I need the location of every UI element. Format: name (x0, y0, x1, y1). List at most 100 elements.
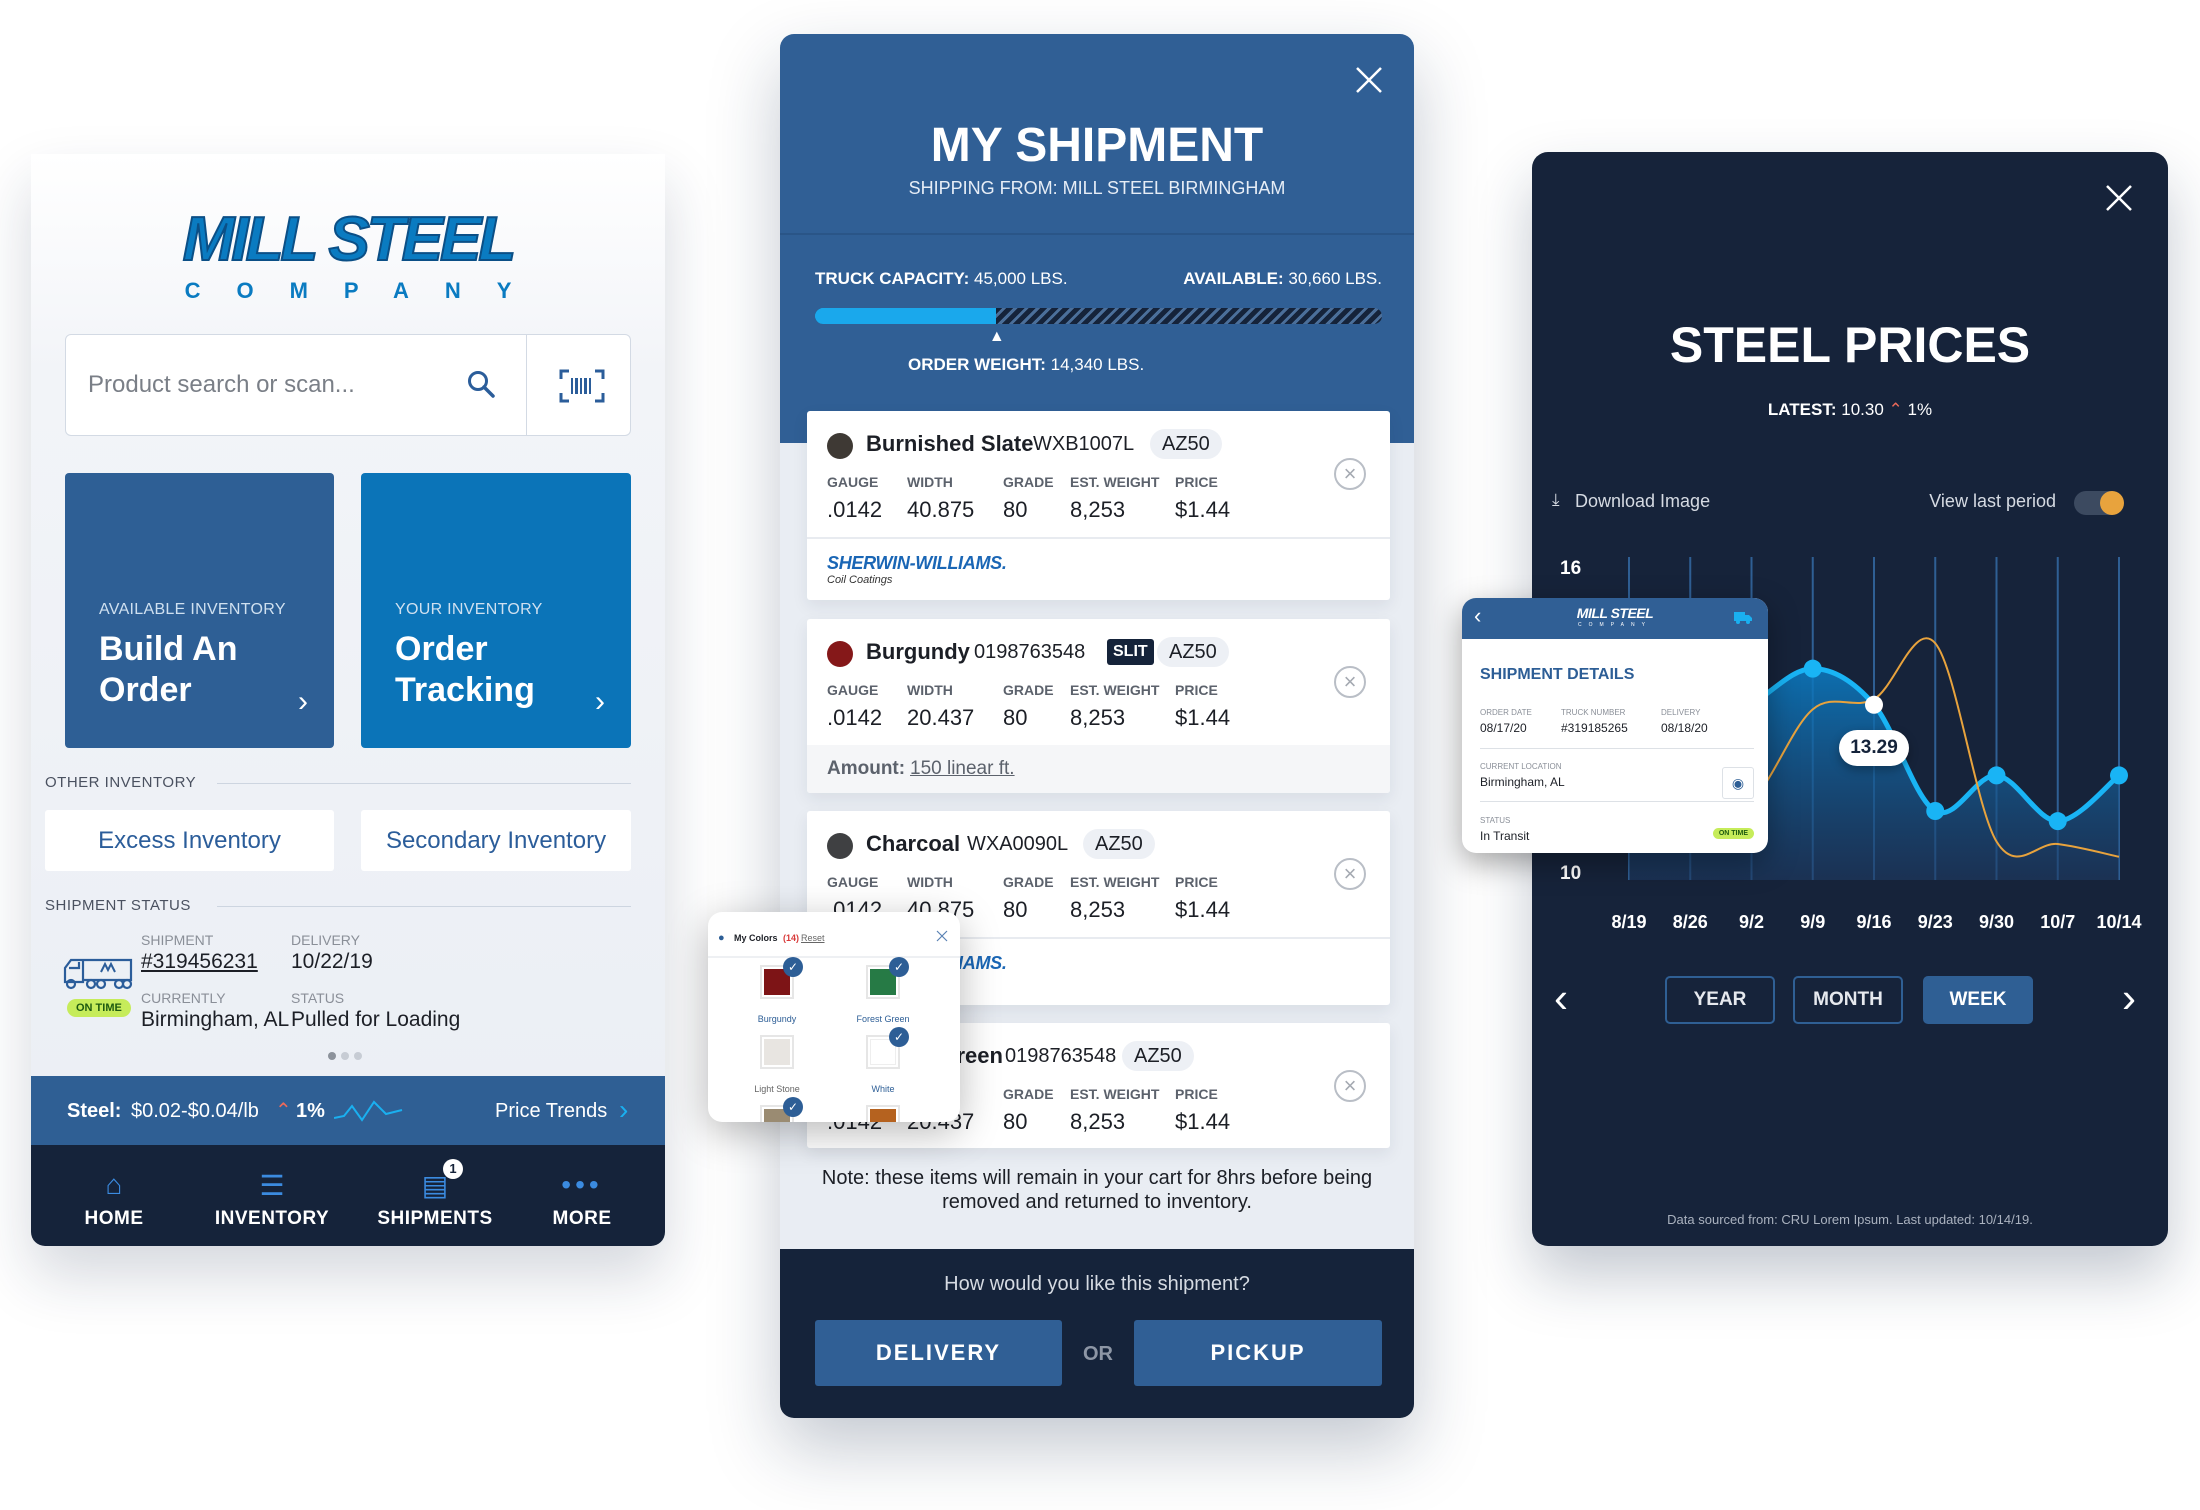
grade-label: GRADE (1003, 682, 1054, 698)
grade-value: 80 (1003, 497, 1028, 522)
remove-item-button[interactable]: × (1334, 458, 1366, 490)
nav-shipments[interactable]: ▤ 1 SHIPMENTS (360, 1145, 510, 1246)
excess-inventory-button[interactable]: Excess Inventory (45, 810, 334, 871)
color-option-light-stone[interactable] (760, 1035, 794, 1069)
width-value: 20.437 (907, 705, 975, 730)
locate-button[interactable]: ◉ (1722, 767, 1754, 799)
grade-value: 80 (1003, 897, 1028, 922)
data-point (2048, 812, 2067, 831)
sparkline-icon (334, 1100, 403, 1122)
item-color-name: Charcoal (866, 831, 961, 856)
pickup-button[interactable]: PICKUP (1134, 1320, 1382, 1386)
period-month-button[interactable]: MONTH (1793, 976, 1903, 1024)
brand-subtitle: Coil Coatings (827, 574, 893, 586)
weight-value: 8,253 (1070, 897, 1126, 922)
arrow-up-icon: ⌃ (275, 1100, 292, 1122)
capacity-value: 45,000 LBS. (973, 269, 1068, 288)
amount-label: Amount: (827, 758, 906, 779)
mill-steel-logo: MILL STEEL (1576, 605, 1654, 621)
pager-dot[interactable] (341, 1052, 349, 1060)
item-code: WXA0090L (967, 833, 1069, 855)
shipment-item-card: Burgundy 0198763548 SLIT AZ50 GAUGE WIDT… (807, 619, 1390, 793)
close-icon[interactable] (1355, 66, 1383, 94)
nav-label: INVENTORY (214, 1208, 330, 1229)
price-trends-link[interactable]: Price Trends (495, 1100, 607, 1123)
pager-dot-active[interactable] (328, 1052, 336, 1060)
status-label: STATUS (291, 990, 345, 1006)
grade-label: GRADE (1003, 874, 1054, 890)
notification-badge: 1 (443, 1159, 463, 1179)
delivery-button[interactable]: DELIVERY (815, 1320, 1062, 1386)
y-tick-label: 16 (1560, 558, 1581, 579)
my-shipment-screen: MY SHIPMENT SHIPPING FROM: MILL STEEL BI… (780, 34, 1414, 1418)
x-tick-label: 10/7 (2040, 912, 2075, 932)
color-option-orange[interactable] (866, 1105, 900, 1122)
nav-home[interactable]: ⌂ HOME (39, 1145, 189, 1246)
weight-value: 8,253 (1070, 705, 1126, 730)
nav-more[interactable]: ••• MORE (507, 1145, 657, 1246)
card-title: SHIPMENT DETAILS (1480, 666, 1635, 683)
tile-title: Order Tracking (395, 629, 535, 711)
status-value: In Transit (1480, 829, 1530, 843)
delivery-label: DELIVERY (291, 932, 360, 948)
chart-tooltip: 13.29 (1839, 730, 1909, 766)
search-icon[interactable] (466, 369, 496, 399)
barcode-scan-icon[interactable] (559, 369, 605, 403)
close-icon[interactable] (936, 930, 948, 942)
remove-item-button[interactable]: × (1334, 666, 1366, 698)
item-code: WXB1007L (1033, 433, 1135, 455)
popup-title: My Colors (734, 933, 778, 943)
data-point (1987, 766, 2006, 785)
divider (807, 537, 1390, 539)
order-tracking-tile[interactable]: YOUR INVENTORY Order Tracking › (361, 473, 631, 748)
tile-title-line: Order (99, 671, 192, 709)
order-date-label: ORDER DATE (1480, 708, 1532, 717)
shipment-footer: How would you like this shipment? DELIVE… (780, 1249, 1414, 1418)
build-order-tile[interactable]: AVAILABLE INVENTORY Build An Order › (65, 473, 334, 748)
available-value: 30,660 LBS. (1288, 269, 1382, 288)
price-value: $1.44 (1175, 1109, 1231, 1134)
nav-label: HOME (84, 1208, 144, 1229)
reset-link[interactable]: Reset (801, 933, 825, 943)
price-value: $1.44 (1175, 897, 1231, 922)
order-weight: ORDER WEIGHT: 14,340 LBS. (908, 355, 1144, 375)
period-year-button[interactable]: YEAR (1665, 976, 1775, 1024)
secondary-inventory-button[interactable]: Secondary Inventory (361, 810, 631, 871)
currently-value: Birmingham, AL (141, 1008, 290, 1031)
order-weight-value: 14,340 LBS. (1050, 355, 1145, 374)
data-source-footnote: Data sourced from: CRU Lorem Ipsum. Last… (1667, 1212, 2033, 1227)
order-weight-marker-icon: ▲ (988, 328, 1005, 345)
grade-value: 80 (1003, 1109, 1028, 1134)
remove-item-button[interactable]: × (1334, 858, 1366, 890)
color-option-label: Forest Green (856, 1014, 910, 1024)
other-inventory-label: OTHER INVENTORY (45, 774, 197, 791)
gauge-value: .0142 (827, 497, 883, 522)
more-icon: ••• (561, 1169, 603, 1200)
home-icon: ⌂ (105, 1169, 123, 1200)
item-code: 0198763548 (1005, 1045, 1117, 1067)
x-tick-label: 9/9 (1800, 912, 1825, 932)
sherwin-williams-logo: SHERWIN-WILLIAMS. (827, 553, 1007, 573)
shipment-label: SHIPMENT (141, 932, 214, 948)
amount-link[interactable]: 150 linear ft. (910, 758, 1015, 780)
next-period-arrow[interactable]: › (2122, 974, 2136, 1022)
search-input[interactable] (88, 365, 448, 405)
check-icon: ✓ (783, 957, 803, 977)
shipment-item-card: Burnished Slate WXB1007L AZ50 GAUGE WIDT… (807, 411, 1390, 600)
color-swatch (827, 833, 853, 859)
location-label: CURRENT LOCATION (1480, 762, 1562, 771)
amount-row: Amount: 150 linear ft. (807, 745, 1390, 793)
remove-item-button[interactable]: × (1334, 1070, 1366, 1102)
shipment-number-link[interactable]: #319456231 (141, 950, 258, 974)
order-weight-label: ORDER WEIGHT: (908, 355, 1046, 374)
item-color-name: Burnished Slate (866, 431, 1034, 456)
pager-dot[interactable] (354, 1052, 362, 1060)
previous-period-arrow[interactable]: ‹ (1554, 974, 1568, 1022)
nav-inventory[interactable]: ☰ INVENTORY (197, 1145, 347, 1246)
y-tick-label: 10 (1560, 863, 1581, 884)
period-week-button[interactable]: WEEK (1923, 976, 2033, 1024)
check-icon: ✓ (889, 957, 909, 977)
swatch-fill (764, 1039, 790, 1065)
item-code: 0198763548 (974, 641, 1086, 663)
available-label: AVAILABLE: (1183, 269, 1284, 288)
